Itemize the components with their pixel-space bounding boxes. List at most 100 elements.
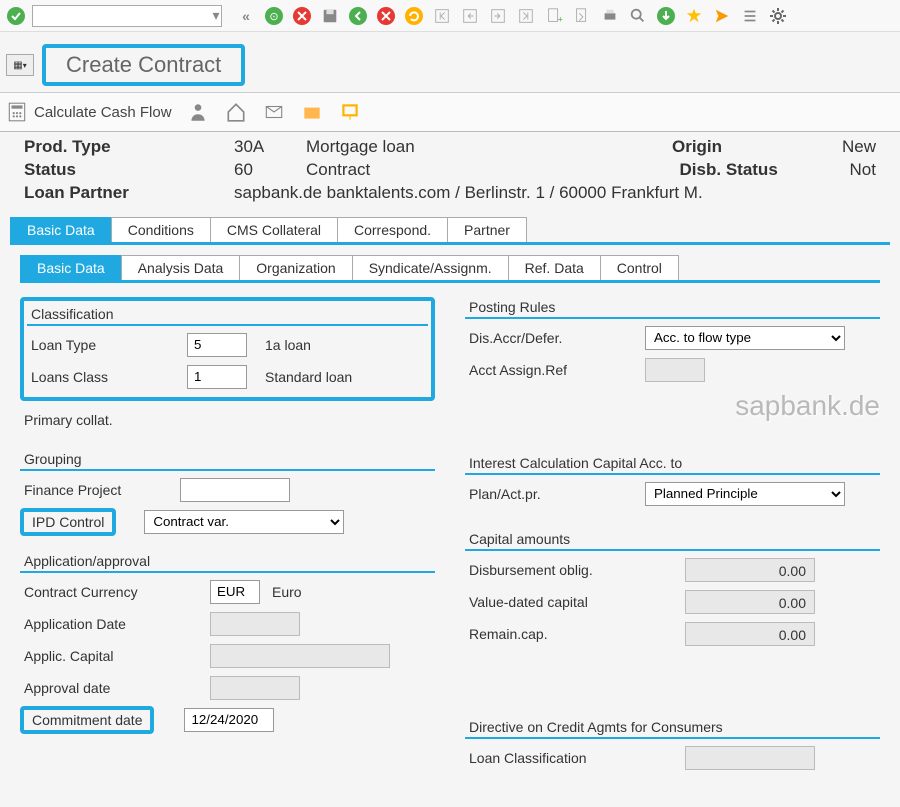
calculate-cash-flow-button[interactable]: Calculate Cash Flow — [6, 101, 172, 123]
tab-cms-collateral[interactable]: CMS Collateral — [210, 217, 338, 242]
applic-capital-label: Applic. Capital — [20, 648, 210, 664]
disb-oblig-label: Disbursement oblig. — [465, 562, 685, 578]
cancel-icon[interactable] — [290, 4, 314, 28]
capital-title: Capital amounts — [465, 529, 880, 551]
finance-project-input[interactable] — [180, 478, 290, 502]
subtab-ref-data[interactable]: Ref. Data — [508, 255, 601, 280]
loans-class-input[interactable] — [187, 365, 247, 389]
tab-basic-data[interactable]: Basic Data — [10, 217, 112, 242]
left-column: Classification Loan Type 1a loan Loans C… — [20, 297, 435, 749]
interest-calc-group: Interest Calculation Capital Acc. to Pla… — [465, 453, 880, 509]
ok-icon[interactable] — [4, 4, 28, 28]
save-icon[interactable] — [318, 4, 342, 28]
action-bar: Calculate Cash Flow — [0, 92, 900, 132]
folder-icon[interactable] — [300, 100, 324, 124]
subtab-syndicate[interactable]: Syndicate/Assignm. — [352, 255, 509, 280]
next-page-icon[interactable] — [486, 4, 510, 28]
disb-status-val: Not — [850, 159, 876, 182]
svg-text:+: + — [558, 14, 563, 24]
commitment-date-input[interactable] — [184, 708, 274, 732]
loan-type-desc: 1a loan — [265, 337, 311, 353]
value-dated-label: Value-dated capital — [465, 594, 685, 610]
back-circle-icon[interactable] — [346, 4, 370, 28]
status-label: Status — [24, 159, 234, 182]
applic-capital-input[interactable] — [210, 644, 390, 668]
note-icon[interactable] — [338, 100, 362, 124]
subtab-basic-data[interactable]: Basic Data — [20, 255, 122, 280]
globe-icon[interactable]: ⊙ — [262, 4, 286, 28]
prod-type-label: Prod. Type — [24, 136, 234, 159]
main-toolbar: ▾ « ⊙ + — [0, 0, 900, 32]
double-back-icon[interactable]: « — [234, 4, 258, 28]
contract-info: Prod. Type 30A Mortgage loan Origin New … — [0, 132, 900, 213]
ipd-control-select[interactable]: Contract var. — [144, 510, 344, 534]
new-doc-icon[interactable]: + — [542, 4, 566, 28]
loan-type-input[interactable] — [187, 333, 247, 357]
send-icon[interactable] — [710, 4, 734, 28]
origin-val: New — [842, 136, 876, 159]
commitment-date-label: Commitment date — [20, 706, 154, 734]
tab-correspond[interactable]: Correspond. — [337, 217, 448, 242]
prev-page-icon[interactable] — [458, 4, 482, 28]
tab-conditions[interactable]: Conditions — [111, 217, 211, 242]
plan-act-select[interactable]: Planned Principle — [645, 482, 845, 506]
copy-doc-icon[interactable] — [570, 4, 594, 28]
application-date-label: Application Date — [20, 616, 210, 632]
settings-icon[interactable] — [766, 4, 790, 28]
loan-classification-input[interactable] — [685, 746, 815, 770]
house-icon[interactable] — [224, 100, 248, 124]
remain-cap-label: Remain.cap. — [465, 626, 685, 642]
subtab-organization[interactable]: Organization — [239, 255, 352, 280]
directive-group: Directive on Credit Agmts for Consumers … — [465, 717, 880, 773]
grouping-group: Grouping Finance Project IPD Control Con… — [20, 449, 435, 537]
value-dated-val: 0.00 — [685, 590, 815, 614]
subtab-control[interactable]: Control — [600, 255, 679, 280]
mail-icon[interactable] — [262, 100, 286, 124]
currency-label: Contract Currency — [20, 584, 210, 600]
print-icon[interactable] — [598, 4, 622, 28]
posting-rules-group: Posting Rules Dis.Accr/Defer. Acc. to fl… — [465, 297, 880, 385]
ipd-control-label: IPD Control — [20, 508, 116, 536]
primary-collat-label: Primary collat. — [20, 412, 180, 428]
find-icon[interactable] — [626, 4, 650, 28]
fav-icon[interactable] — [682, 4, 706, 28]
prod-type-desc: Mortgage loan — [306, 136, 672, 159]
acct-assign-input[interactable] — [645, 358, 705, 382]
command-field[interactable] — [32, 5, 222, 27]
right-column: Posting Rules Dis.Accr/Defer. Acc. to fl… — [465, 297, 880, 787]
application-date-input[interactable] — [210, 612, 300, 636]
export-icon[interactable] — [654, 4, 678, 28]
application-group: Application/approval Contract Currency E… — [20, 551, 435, 735]
loan-classification-label: Loan Classification — [465, 750, 685, 766]
main-tab-strip: Basic Data Conditions CMS Collateral Cor… — [10, 217, 890, 245]
cancel2-icon[interactable] — [374, 4, 398, 28]
tab-partner[interactable]: Partner — [447, 217, 527, 242]
status-code: 60 — [234, 159, 306, 182]
disb-oblig-val: 0.00 — [685, 558, 815, 582]
svg-text:⊙: ⊙ — [269, 11, 278, 23]
currency-input[interactable] — [210, 580, 260, 604]
sub-tab-strip: Basic Data Analysis Data Organization Sy… — [20, 255, 880, 283]
list-icon[interactable] — [738, 4, 762, 28]
origin-label: Origin — [672, 136, 842, 159]
tab-content: Basic Data Analysis Data Organization Sy… — [0, 245, 900, 797]
application-title: Application/approval — [20, 551, 435, 573]
first-page-icon[interactable] — [430, 4, 454, 28]
finance-project-label: Finance Project — [20, 482, 180, 498]
remain-cap-val: 0.00 — [685, 622, 815, 646]
loan-partner-label: Loan Partner — [24, 182, 234, 205]
plan-act-label: Plan/Act.pr. — [465, 486, 645, 502]
person-icon[interactable] — [186, 100, 210, 124]
layout-icon[interactable]: ▦▾ — [6, 54, 34, 76]
disaccr-label: Dis.Accr/Defer. — [465, 330, 645, 346]
approval-date-input[interactable] — [210, 676, 300, 700]
posting-rules-title: Posting Rules — [465, 297, 880, 319]
disaccr-select[interactable]: Acc. to flow type — [645, 326, 845, 350]
loans-class-desc: Standard loan — [265, 369, 352, 385]
page-title: Create Contract — [42, 44, 245, 86]
last-page-icon[interactable] — [514, 4, 538, 28]
refresh-icon[interactable] — [402, 4, 426, 28]
classification-title: Classification — [27, 304, 428, 326]
interest-calc-title: Interest Calculation Capital Acc. to — [465, 453, 880, 475]
subtab-analysis[interactable]: Analysis Data — [121, 255, 241, 280]
